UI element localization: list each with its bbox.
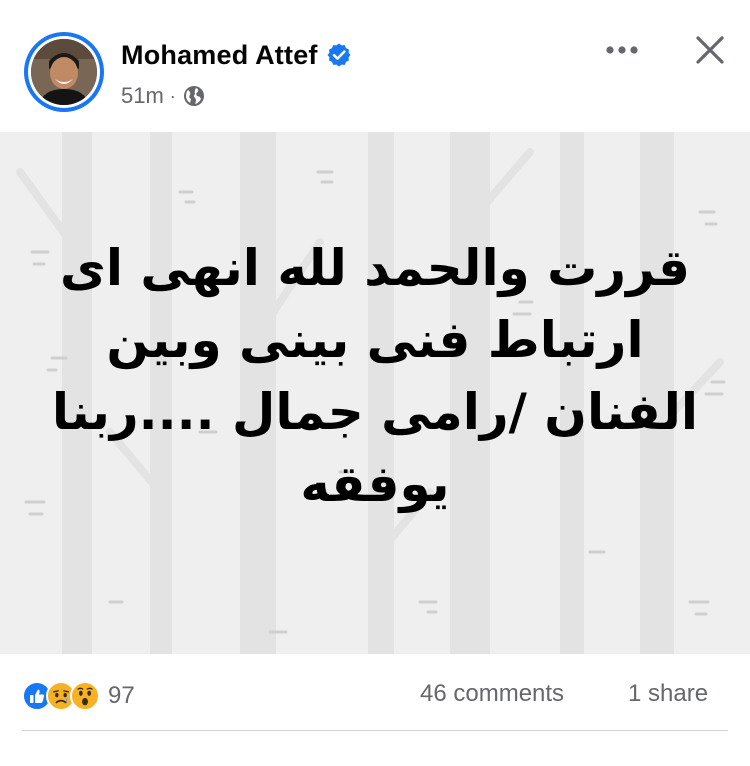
reaction-count: 97 <box>108 682 135 709</box>
author-row: Mohamed Attef <box>121 38 352 72</box>
author-name[interactable]: Mohamed Attef <box>121 40 318 71</box>
post-card: Mohamed Attef 51m · قررت والحمد لله انهى… <box>0 0 750 744</box>
more-horizontal-icon <box>606 46 638 54</box>
shares-count-link[interactable]: 1 share <box>628 680 708 712</box>
reactions-summary[interactable]: 97 <box>22 678 135 714</box>
post-text: قررت والحمد لله انهى اى ارتباط فنى بينى … <box>51 239 699 513</box>
verified-badge-icon <box>326 42 352 68</box>
meta-separator: · <box>169 85 176 106</box>
post-timestamp[interactable]: 51m <box>121 83 164 109</box>
post-meta: 51m · <box>121 82 206 110</box>
close-button[interactable] <box>688 28 732 72</box>
comments-count-link[interactable]: 46 comments <box>420 680 564 712</box>
globe-icon[interactable] <box>182 84 206 108</box>
close-icon <box>696 36 724 64</box>
post-background[interactable]: قررت والحمد لله انهى اى ارتباط فنى بينى … <box>0 132 750 654</box>
more-options-button[interactable] <box>598 30 646 70</box>
author-avatar[interactable] <box>24 32 104 112</box>
avatar-photo <box>31 39 97 105</box>
wow-icon <box>70 681 100 711</box>
footer-divider <box>22 730 728 731</box>
